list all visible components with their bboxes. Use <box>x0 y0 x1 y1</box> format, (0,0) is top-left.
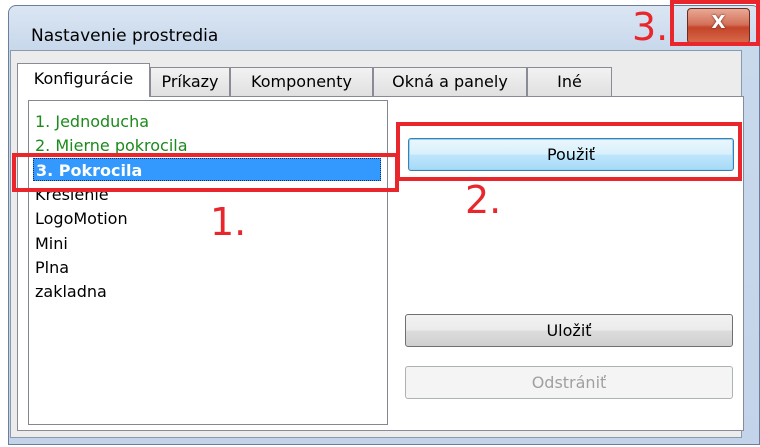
annotation-number: 1. <box>210 200 247 244</box>
tab-prikazy[interactable]: Príkazy <box>150 67 230 96</box>
list-item[interactable]: Plna <box>33 256 69 279</box>
configuration-list[interactable]: 1. Jednoducha 2. Mierne pokrocila 3. Pok… <box>28 100 388 425</box>
annotation-number: 2. <box>465 178 502 222</box>
list-item[interactable]: 1. Jednoducha <box>33 110 149 133</box>
tab-konfiguracie[interactable]: Konfigurácie <box>17 63 150 97</box>
annotation-number: 3. <box>632 5 669 49</box>
list-item[interactable]: zakladna <box>33 280 107 303</box>
window-title: Nastavenie prostredia <box>31 26 219 46</box>
list-item[interactable]: LogoMotion <box>33 207 128 230</box>
annotation-highlight-list <box>12 153 399 192</box>
annotation-highlight-apply <box>396 122 742 181</box>
tab-komponenty[interactable]: Komponenty <box>230 67 373 96</box>
tab-okna-a-panely[interactable]: Okná a panely <box>373 67 527 96</box>
tab-ine[interactable]: Iné <box>527 67 612 96</box>
annotation-highlight-close <box>670 0 760 46</box>
save-button[interactable]: Uložiť <box>405 314 733 347</box>
list-item[interactable]: Mini <box>33 232 68 255</box>
delete-button: Odstrániť <box>405 366 733 399</box>
